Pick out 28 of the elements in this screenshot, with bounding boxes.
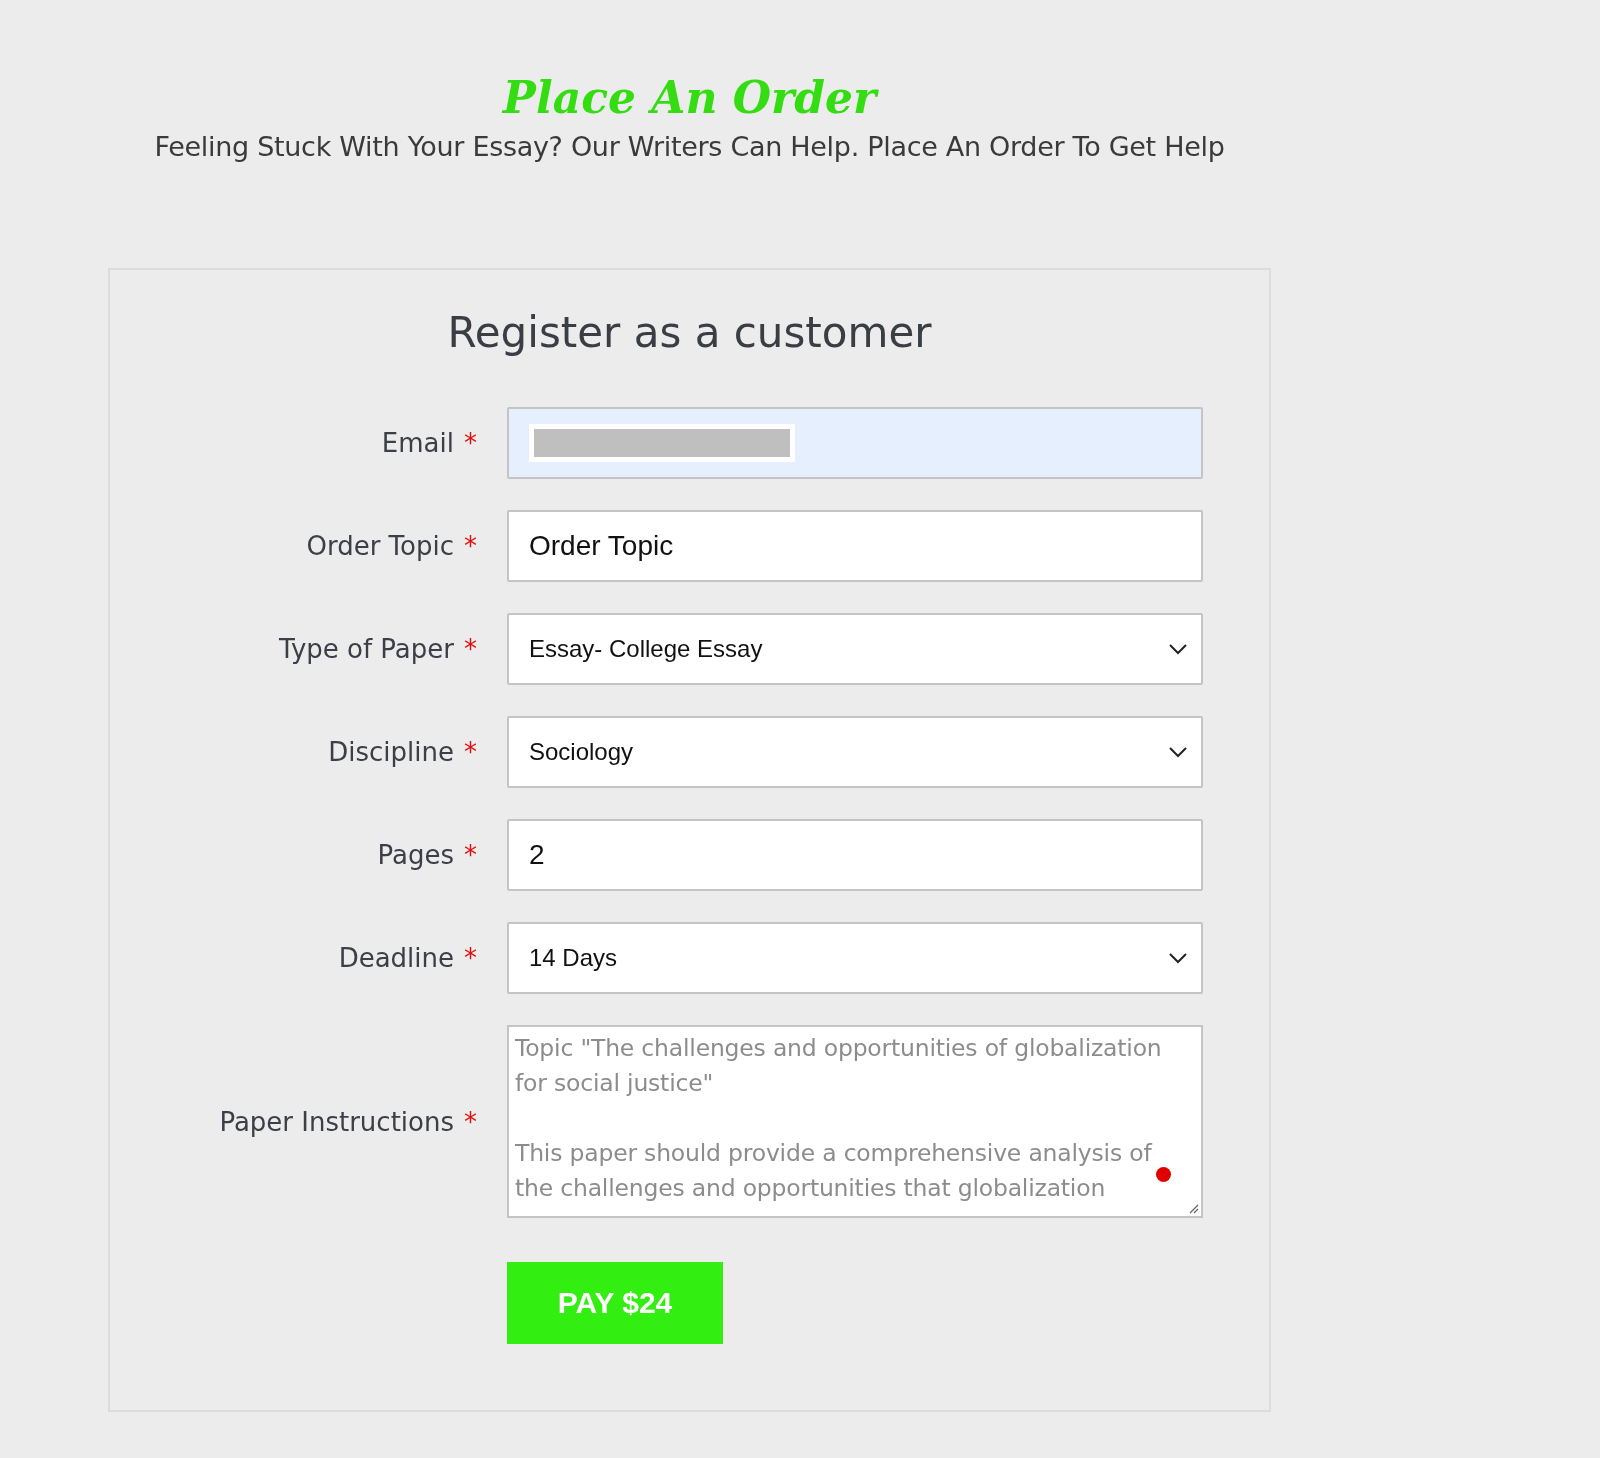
required-mark: *	[464, 737, 477, 767]
chevron-down-icon	[1169, 952, 1187, 964]
select-field[interactable]: 14 Days	[507, 922, 1203, 994]
resize-grip-icon[interactable]	[1187, 1202, 1199, 1214]
field-label: Pages	[377, 840, 454, 870]
chevron-down-icon	[1169, 643, 1187, 655]
dot-icon	[1156, 1167, 1171, 1182]
input-field[interactable]: 2	[507, 819, 1203, 891]
required-mark: *	[464, 531, 477, 561]
required-mark: *	[464, 840, 477, 870]
page-title: Place An Order	[502, 72, 877, 123]
field-label: Deadline	[338, 943, 454, 973]
form-title: Register as a customer	[446, 308, 933, 357]
field-label: Type of Paper	[279, 634, 454, 664]
field-label: Email	[381, 428, 454, 458]
required-mark: *	[464, 634, 477, 664]
input-field[interactable]	[507, 407, 1203, 479]
select-field[interactable]: Sociology	[507, 716, 1203, 788]
field-label: Discipline	[328, 737, 454, 767]
chevron-down-icon	[1169, 746, 1187, 758]
required-mark: *	[464, 943, 477, 973]
input-field[interactable]: Order Topic	[507, 510, 1203, 582]
select-field[interactable]: Essay- College Essay	[507, 613, 1203, 685]
field-label: Order Topic	[306, 531, 454, 561]
page-subtitle: Feeling Stuck With Your Essay? Our Writers Can Help. Place An Order To Get Help	[154, 131, 1225, 162]
field-label: Paper Instructions	[219, 1106, 454, 1137]
required-mark: *	[464, 428, 477, 458]
required-mark: *	[464, 1106, 477, 1137]
